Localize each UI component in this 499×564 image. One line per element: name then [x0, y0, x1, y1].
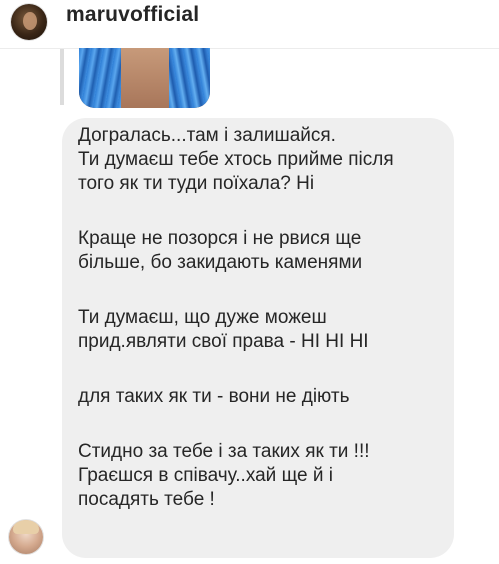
sender-avatar[interactable]	[9, 520, 43, 554]
message-line: Краще не позорся і не рвися ще	[78, 228, 362, 249]
dm-screen: maruvofficial Догралась...там і залишайс…	[0, 0, 499, 564]
profile-avatar[interactable]	[11, 4, 47, 40]
message-line: Стидно за тебе і за таких як ти !!!	[78, 441, 370, 462]
message-line: прид.являти свої права - НІ НІ НІ	[78, 331, 369, 352]
message-line: того як ти туди поїхала? Ні	[78, 173, 315, 194]
message-line: Догралась...там і залишайся.	[78, 125, 336, 146]
chat-header: maruvofficial	[0, 0, 499, 49]
username-label[interactable]: maruvofficial	[66, 3, 199, 27]
photo-region	[169, 48, 210, 108]
photo-region	[79, 48, 121, 108]
avatar-face	[23, 12, 37, 30]
message-line: посадять тебе !	[78, 489, 215, 510]
avatar-hair	[13, 520, 39, 534]
photo-region	[121, 48, 169, 108]
message-line: більше, бо закидають каменями	[78, 252, 363, 273]
message-line: Ти думаєш тебе хтось прийме після	[78, 149, 394, 170]
message-bubble[interactable]: Догралась...там і залишайся. Ти думаєш т…	[62, 118, 454, 558]
shared-photo[interactable]	[79, 48, 210, 108]
message-line: Граєшся в співачу..хай ще й і	[78, 465, 333, 486]
reply-indicator-line	[60, 49, 64, 105]
message-line: Ти думаєш, що дуже можеш	[78, 307, 327, 328]
message-line: для таких як ти - вони не діють	[78, 386, 350, 407]
